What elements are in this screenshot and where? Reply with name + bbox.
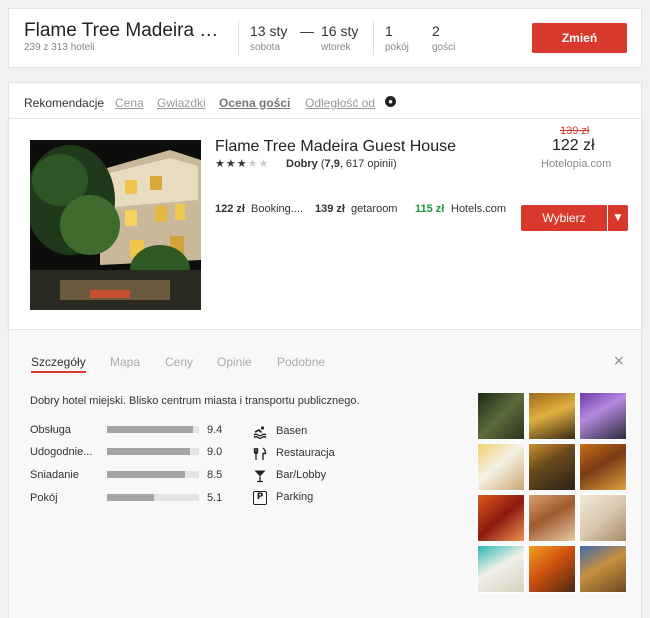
guest-rating[interactable]: Dobry (7,9, 617 opinii) [286, 158, 397, 170]
sort-bar: Rekomendacje Cena Gwiazdki Ocena gości O… [8, 82, 642, 118]
offer-price[interactable]: 139 zł [315, 203, 345, 215]
rating-word: Dobry [286, 158, 318, 170]
gallery-thumbnail[interactable] [579, 545, 627, 593]
gallery-thumbnail[interactable] [579, 494, 627, 542]
gallery-thumbnail[interactable] [477, 494, 525, 542]
gallery-thumbnail[interactable] [528, 443, 576, 491]
rating-reviews: , 617 opinii) [339, 158, 397, 170]
offer-price-best[interactable]: 115 zł [415, 203, 444, 215]
score-value: 9.0 [207, 446, 223, 458]
star-icon: ★ [225, 158, 237, 170]
hotel-result-card: Flame Tree Madeira Guest House ★★★★★ Dob… [8, 118, 642, 330]
hotel-name[interactable]: Flame Tree Madeira Guest House [215, 138, 456, 156]
rooms-label: pokój [385, 42, 409, 53]
score-bar [107, 426, 199, 433]
cocktail-icon [253, 469, 267, 483]
active-tab-indicator [31, 371, 86, 373]
details-panel: Szczegóły Mapa Ceny Opinie Podobne × Dob… [8, 330, 642, 618]
chevron-down-icon[interactable]: ▼ [608, 205, 628, 231]
hotel-count: 239 z 313 hoteli [24, 42, 95, 53]
search-summary-bar: Flame Tree Madeira G... 239 z 313 hoteli… [8, 8, 642, 68]
divider [238, 21, 239, 55]
sort-recommendations[interactable]: Rekomendacje [24, 96, 104, 110]
tab-map[interactable]: Mapa [110, 355, 140, 369]
gallery-thumbnail[interactable] [528, 545, 576, 593]
sort-price[interactable]: Cena [115, 96, 144, 110]
gallery-thumbnail[interactable] [528, 392, 576, 440]
amenity-label: Parking [276, 491, 314, 503]
rating-score: 7,9 [324, 158, 340, 170]
change-search-button[interactable]: Zmień [532, 23, 627, 53]
star-rating: ★★★★★ [215, 157, 269, 170]
restaurant-icon [253, 447, 267, 461]
sort-guest-rating[interactable]: Ocena gości [219, 96, 290, 110]
gallery-thumbnail[interactable] [477, 443, 525, 491]
close-icon[interactable]: × [613, 353, 625, 369]
hotel-description: Dobry hotel miejski. Blisko centrum mias… [30, 395, 360, 407]
sort-distance[interactable]: Odległość od [305, 96, 375, 110]
checkout-date[interactable]: 16 sty [321, 23, 358, 39]
parking-icon: P [253, 491, 267, 505]
guests-count[interactable]: 2 [432, 23, 440, 39]
score-bar [107, 448, 199, 455]
score-value: 5.1 [207, 492, 223, 504]
gallery-thumbnail[interactable] [579, 392, 627, 440]
rooms-count[interactable]: 1 [385, 23, 393, 39]
amenity-label: Bar/Lobby [276, 469, 327, 481]
best-price[interactable]: 122 zł [552, 137, 595, 155]
hotel-photo[interactable] [30, 140, 201, 310]
score-label: Pokój [30, 492, 58, 504]
score-bar-fill [107, 426, 194, 433]
offer-source[interactable]: Booking.... [251, 203, 303, 215]
gallery-thumbnail[interactable] [579, 443, 627, 491]
score-bar-fill [107, 471, 186, 478]
gallery-thumbnail[interactable] [477, 392, 525, 440]
star-icon: ★ [247, 158, 259, 170]
select-deal-button[interactable]: Wybierz [521, 205, 607, 231]
checkin-day: sobota [250, 42, 281, 53]
offer-source[interactable]: Hotels.com [451, 203, 506, 215]
tab-details[interactable]: Szczegóły [31, 355, 86, 369]
guests-label: gości [432, 42, 456, 53]
score-bar [107, 471, 199, 478]
amenity-label: Restauracja [276, 447, 335, 459]
score-label: Udogodnie... [30, 446, 93, 458]
score-label: Śniadanie [30, 469, 79, 481]
offer-source[interactable]: getaroom [351, 203, 397, 215]
score-label: Obsługa [30, 424, 71, 436]
gallery-thumbnail[interactable] [477, 545, 525, 593]
date-dash: — [300, 23, 314, 39]
checkin-date[interactable]: 13 sty [250, 23, 287, 39]
divider [373, 21, 374, 55]
price-provider[interactable]: Hotelopia.com [541, 158, 611, 170]
score-bar-fill [107, 494, 154, 501]
score-bar-fill [107, 448, 190, 455]
checkout-day: wtorek [321, 42, 351, 53]
score-value: 8.5 [207, 469, 223, 481]
star-icon: ★ [215, 158, 226, 170]
star-icon: ★ [236, 158, 248, 170]
score-value: 9.4 [207, 424, 223, 436]
distance-target-icon[interactable]: ● [385, 96, 396, 107]
tab-reviews[interactable]: Opinie [217, 355, 252, 369]
tab-prices[interactable]: Ceny [165, 355, 193, 369]
gallery-thumbnail[interactable] [528, 494, 576, 542]
tab-similar[interactable]: Podobne [277, 355, 325, 369]
score-bar [107, 494, 199, 501]
amenity-label: Basen [276, 425, 308, 437]
sort-stars[interactable]: Gwiazdki [157, 96, 206, 110]
offer-price[interactable]: 122 zł [215, 203, 245, 215]
swimming-icon [253, 425, 267, 439]
star-icon: ★ [258, 158, 270, 170]
old-price: 139 zł [560, 125, 590, 137]
hotel-title[interactable]: Flame Tree Madeira G... [24, 20, 229, 42]
